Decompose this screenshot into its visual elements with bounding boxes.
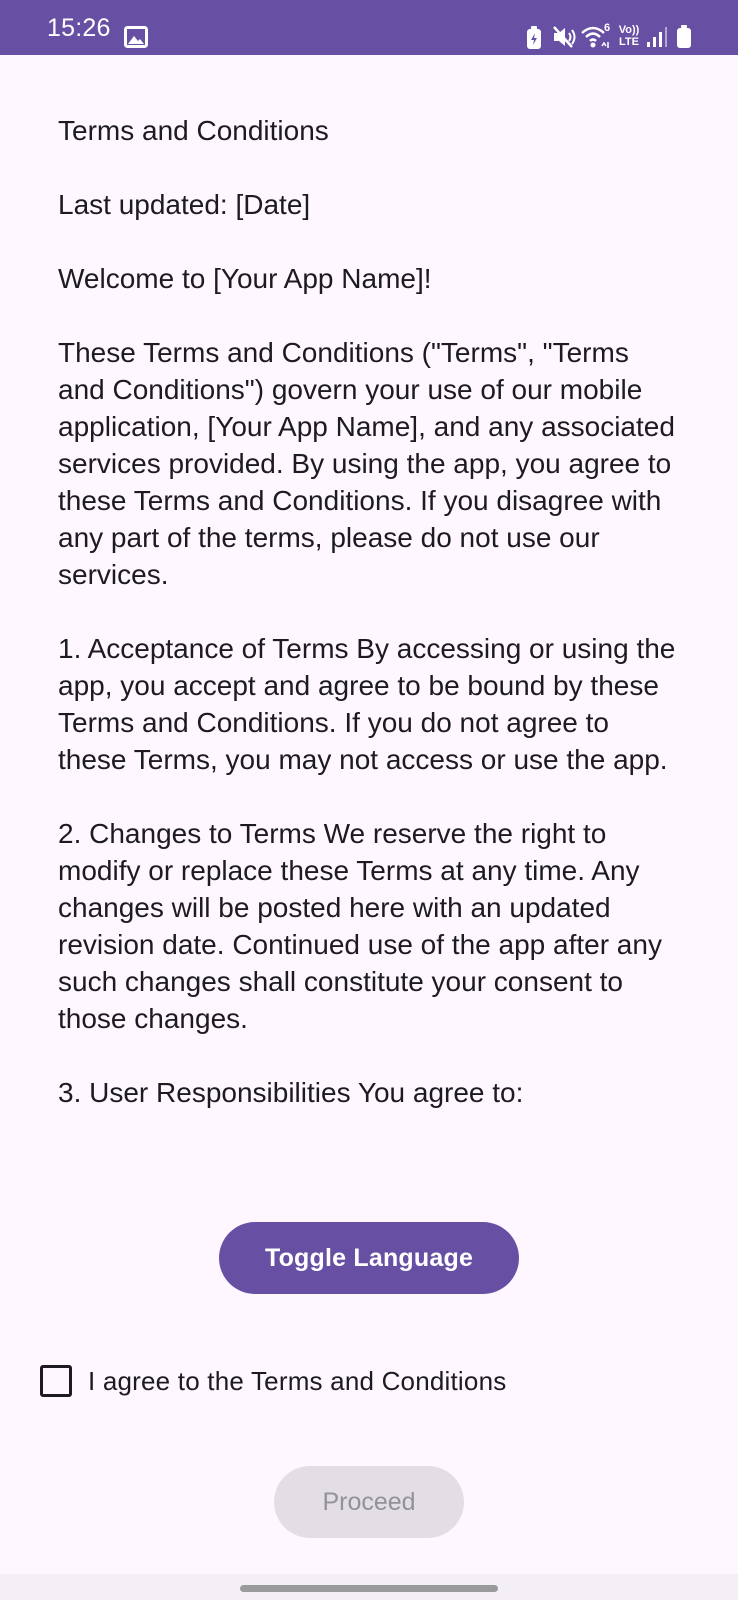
volte-top: Vo)) — [618, 24, 640, 36]
battery-saver-icon — [527, 26, 541, 49]
gallery-icon — [124, 26, 148, 48]
mute-icon — [553, 26, 576, 48]
agree-terms-row[interactable]: I agree to the Terms and Conditions — [40, 1363, 506, 1399]
volte-bottom: LTE — [619, 36, 639, 48]
wifi-badge: 6 — [604, 22, 611, 34]
terms-section-1: 1. Acceptance of Terms By accessing or u… — [58, 633, 676, 775]
home-indicator[interactable] — [240, 1585, 498, 1592]
terms-intro: These Terms and Conditions ("Terms", "Te… — [58, 337, 675, 590]
terms-section-3: 3. User Responsibilities You agree to: — [58, 1077, 524, 1108]
signal-icon — [647, 27, 667, 47]
welcome-text: Welcome to [Your App Name]! — [58, 263, 432, 294]
terms-section-2: 2. Changes to Terms We reserve the right… — [58, 818, 662, 1034]
terms-title: Terms and Conditions — [58, 115, 329, 146]
last-updated: Last updated: [Date] — [58, 189, 311, 220]
terms-content: Terms and Conditions Last updated: [Date… — [58, 112, 678, 1148]
battery-icon — [677, 25, 691, 48]
agree-checkbox[interactable] — [40, 1365, 72, 1397]
volte-icon: Vo)) LTE — [617, 24, 641, 50]
status-time: 15:26 — [47, 14, 111, 42]
agree-label[interactable]: I agree to the Terms and Conditions — [88, 1366, 506, 1397]
status-bar: 15:26 6 Vo)) LTE — [0, 0, 738, 55]
toggle-language-button[interactable]: Toggle Language — [219, 1222, 519, 1294]
proceed-button[interactable]: Proceed — [274, 1466, 464, 1538]
